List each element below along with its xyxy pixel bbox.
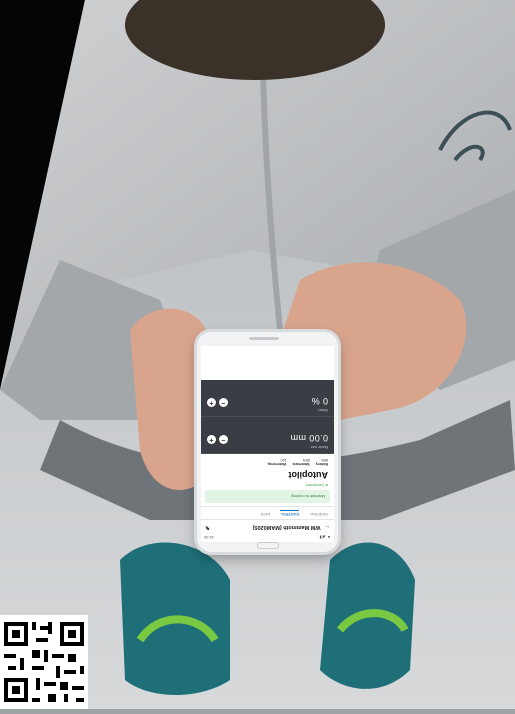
autopilot-heading: Autopilot — [288, 470, 329, 480]
stat-label: Watertemp. — [266, 462, 287, 466]
stat-value: 89% — [302, 458, 310, 462]
phone-home-button — [257, 542, 279, 549]
stat-watertank: Watertank 89% — [292, 458, 309, 466]
control-buttons: − + — [207, 435, 228, 444]
tab-general[interactable]: GENERAL — [309, 510, 328, 516]
stat-value: 89% — [321, 458, 328, 462]
status-bar: ▲ ◢ ▮ 12:32 — [201, 534, 334, 542]
connection-status: ● Connected — [201, 483, 334, 487]
connected-icon: ● — [325, 483, 328, 487]
control-label: Water — [318, 408, 328, 412]
tab-data[interactable]: DATA — [260, 510, 270, 516]
app-title-bar: ← WM Mammoth (MAM0205) ✎ — [201, 519, 334, 534]
control-label: Blade size — [310, 445, 328, 449]
blade-size-control: Blade size 0.00 mm − + — [201, 417, 334, 454]
status-icons: ▲ ◢ ▮ — [319, 535, 331, 541]
control-buttons: − + — [207, 398, 228, 407]
machine-title: WM Mammoth (MAM0205) — [252, 524, 321, 530]
machine-stats: Battery 89% Watertank 89% Watertemp. 10C — [201, 454, 334, 468]
back-arrow-icon[interactable]: ← — [325, 524, 331, 530]
qr-code-pattern — [0, 618, 88, 706]
stat-value: 10C — [280, 458, 287, 462]
stat-label: Watertank — [292, 462, 310, 466]
plus-icon[interactable]: + — [207, 398, 216, 407]
stat-label: Battery — [315, 462, 328, 466]
smartphone: ▲ ◢ ▮ 12:32 ← WM Mammoth (MAM0205) ✎ GEN… — [197, 332, 338, 552]
status-time: 12:32 — [204, 535, 215, 541]
phone-speaker — [249, 337, 279, 340]
edit-icon[interactable]: ✎ — [205, 524, 210, 530]
plus-icon[interactable]: + — [207, 435, 216, 444]
machine-status-banner: Machine is running — [205, 490, 330, 503]
stat-watertemp: Watertemp. 10C — [267, 458, 286, 466]
qr-code — [0, 615, 88, 709]
tab-bar: GENERAL CONTROL DATA — [201, 506, 334, 519]
minus-icon[interactable]: − — [219, 435, 228, 444]
water-control: Water 0 % − + — [201, 380, 334, 417]
minus-icon[interactable]: − — [219, 398, 228, 407]
tab-control[interactable]: CONTROL — [280, 510, 300, 516]
connection-label: Connected — [306, 483, 325, 487]
stat-battery: Battery 89% — [316, 458, 328, 466]
phone-screen: ▲ ◢ ▮ 12:32 ← WM Mammoth (MAM0205) ✎ GEN… — [201, 346, 334, 542]
